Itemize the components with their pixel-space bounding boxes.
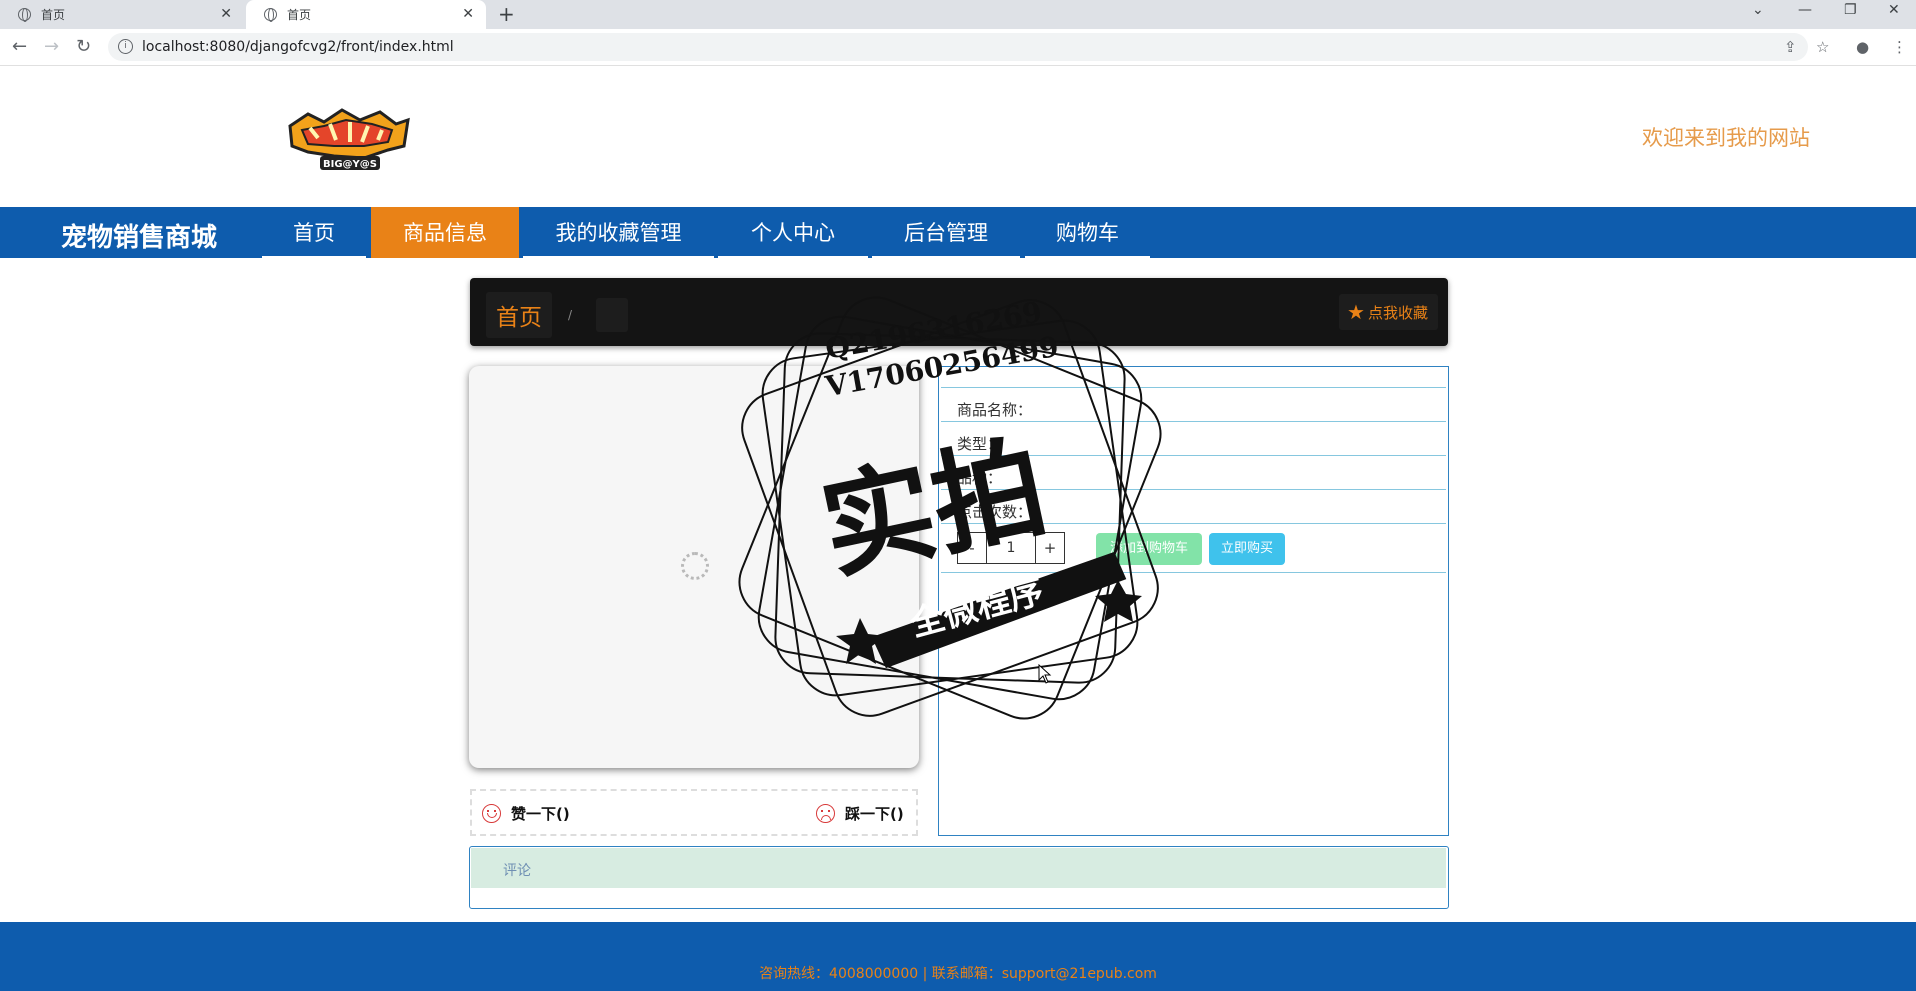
close-icon[interactable]: ✕: [220, 6, 232, 22]
browser-tab-2[interactable]: 首页 ✕: [246, 0, 486, 29]
decrement-button[interactable]: -: [958, 539, 986, 557]
divider: [941, 387, 1446, 388]
field-name-label: 商品名称：: [957, 401, 1033, 419]
dislike-label: 踩一下(): [845, 805, 904, 823]
main-nav: 宠物销售商城 首页 商品信息 我的收藏管理 个人中心 后台管理 购物车: [0, 207, 1916, 258]
nav-item-admin[interactable]: 后台管理: [872, 207, 1020, 258]
divider: [941, 455, 1446, 456]
quantity-stepper[interactable]: - 1 +: [957, 532, 1065, 564]
site-brand[interactable]: 宠物销售商城: [61, 217, 217, 254]
field-clicks-label: 点击次数：: [957, 503, 1033, 521]
divider: [941, 523, 1446, 524]
restore-icon[interactable]: ❐: [1844, 2, 1857, 18]
divider: [941, 572, 1446, 573]
dislike-button[interactable]: 踩一下(): [816, 803, 904, 824]
site-footer: 咨询热线：4008000000 | 联系邮箱：support@21epub.co…: [0, 922, 1916, 991]
nav-item-home[interactable]: 首页: [262, 207, 366, 258]
product-image-carousel[interactable]: [469, 366, 919, 768]
increment-button[interactable]: +: [1036, 539, 1064, 557]
new-tab-icon[interactable]: +: [498, 2, 515, 26]
loading-spinner-icon: [681, 552, 709, 580]
globe-icon: [18, 8, 31, 22]
like-button[interactable]: 赞一下(): [482, 803, 570, 824]
back-icon[interactable]: ←: [12, 36, 27, 57]
url-text[interactable]: localhost:8080/djangofcvg2/front/index.h…: [142, 39, 454, 55]
globe-icon: [264, 8, 277, 22]
vote-bar: 赞一下() 踩一下(): [470, 789, 918, 836]
divider: [941, 489, 1446, 490]
comment-title: 评论: [503, 863, 531, 879]
smile-icon: [482, 804, 501, 823]
breadcrumb: 首页 / ★ 点我收藏: [470, 278, 1448, 346]
comment-section: 评论: [469, 846, 1449, 909]
forward-icon[interactable]: →: [44, 36, 59, 57]
field-breed-label: 品种：: [957, 469, 1003, 487]
nav-item-favorites[interactable]: 我的收藏管理: [523, 207, 714, 258]
nav-item-cart[interactable]: 购物车: [1025, 207, 1150, 258]
browser-tab-strip: 首页 ✕ 首页 ✕ + ⌄ — ❐ ✕: [0, 0, 1916, 29]
site-logo[interactable]: BIG@Y@S: [284, 106, 414, 172]
footer-contact: 咨询热线：4008000000 | 联系邮箱：support@21epub.co…: [759, 966, 1157, 982]
like-label: 赞一下(): [511, 805, 570, 823]
bookmark-star-icon[interactable]: ☆: [1816, 38, 1829, 56]
profile-icon[interactable]: ●: [1856, 38, 1869, 56]
address-bar[interactable]: i localhost:8080/djangofcvg2/front/index…: [108, 33, 1808, 61]
menu-icon[interactable]: ⋮: [1892, 38, 1907, 56]
breadcrumb-current: [596, 298, 628, 332]
field-type-label: 类型：: [957, 435, 1003, 453]
minimize-icon[interactable]: —: [1798, 2, 1812, 18]
breadcrumb-separator: /: [568, 308, 573, 322]
favorite-label: 点我收藏: [1367, 303, 1428, 322]
nav-item-products[interactable]: 商品信息: [371, 207, 519, 258]
favorite-button[interactable]: ★ 点我收藏: [1339, 294, 1438, 330]
quantity-input[interactable]: 1: [986, 533, 1036, 563]
logo-text: BIG@Y@S: [323, 159, 377, 170]
chevron-down-icon[interactable]: ⌄: [1752, 2, 1764, 18]
buy-now-button[interactable]: 立即购买: [1209, 533, 1285, 565]
reload-icon[interactable]: ↻: [76, 36, 91, 57]
add-to-cart-button[interactable]: 添加到购物车: [1096, 533, 1202, 565]
mouse-cursor-icon: [1038, 664, 1052, 684]
browser-tab-1[interactable]: 首页 ✕: [0, 0, 244, 29]
window-close-icon[interactable]: ✕: [1888, 2, 1900, 18]
nav-item-profile[interactable]: 个人中心: [718, 207, 868, 258]
frown-icon: [816, 804, 835, 823]
product-info-panel: 商品名称： 类型： 品种： 点击次数： - 1 + 添加到购物车 立即购买: [938, 366, 1449, 836]
tab-title: 首页: [41, 8, 66, 22]
share-icon[interactable]: ⇪: [1784, 38, 1797, 56]
star-icon: ★: [1347, 300, 1365, 324]
tab-title: 首页: [287, 8, 312, 22]
divider: [941, 421, 1446, 422]
comment-header: 评论: [471, 848, 1446, 888]
close-icon[interactable]: ✕: [462, 6, 474, 22]
breadcrumb-home[interactable]: 首页: [486, 292, 552, 338]
browser-toolbar: ← → ↻ i localhost:8080/djangofcvg2/front…: [0, 29, 1916, 66]
site-info-icon[interactable]: i: [118, 39, 133, 54]
welcome-text: 欢迎来到我的网站: [1642, 126, 1810, 150]
